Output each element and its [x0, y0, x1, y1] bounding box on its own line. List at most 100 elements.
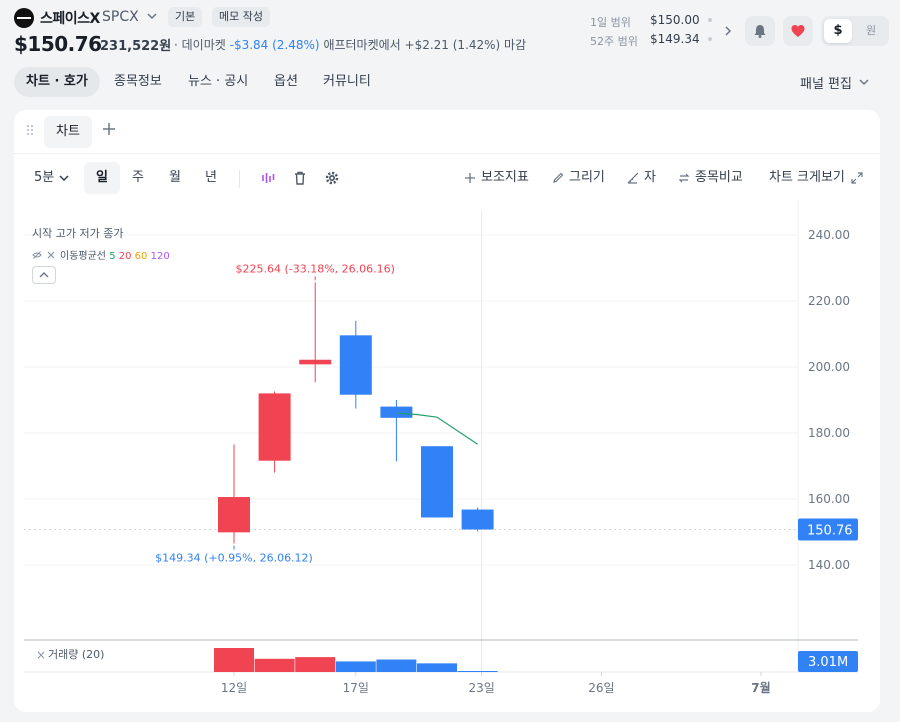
heart-icon	[791, 25, 805, 37]
ruler-icon	[627, 172, 639, 184]
stock-header: 스페이스X SPCX 기본 메모 작성 $150.76 231,522원 · 데…	[0, 0, 900, 60]
memo-write-button[interactable]: 메모 작성	[212, 7, 270, 27]
candle-body[interactable]	[380, 406, 413, 418]
toolbar-divider	[239, 170, 240, 188]
volume-label: 거래량 (20)	[48, 648, 104, 661]
current-price-label: 150.76	[807, 523, 853, 538]
ma-period-120: 120	[150, 251, 170, 262]
candle-body[interactable]	[421, 446, 453, 518]
tab-chart-orderbook[interactable]: 차트 · 호가	[14, 67, 100, 97]
daymarket-change: -$3.84 (2.48%)	[229, 38, 320, 52]
tab-options[interactable]: 옵션	[262, 67, 310, 97]
y-tick-label: 240.00	[808, 228, 850, 242]
chevron-down-icon[interactable]	[146, 10, 158, 22]
stock-ticker[interactable]: SPCX	[102, 9, 139, 25]
candle-body[interactable]	[299, 359, 332, 365]
ma-period-5: 5	[109, 251, 116, 262]
range-52w-value: $149.34	[650, 32, 700, 46]
volume-bar[interactable]	[457, 671, 498, 672]
pencil-icon	[553, 172, 564, 183]
y-tick-label: 200.00	[808, 360, 850, 374]
tab-chart[interactable]: 차트	[44, 116, 92, 148]
bell-icon	[754, 25, 766, 38]
chart-toolbar: 5분 일 주 월 년 보조지표 그리기 자 종목비교 차트 크게보기	[14, 162, 880, 198]
ma5-line	[396, 412, 478, 445]
alarm-button[interactable]	[745, 16, 775, 46]
chevron-down-icon[interactable]	[58, 172, 70, 184]
candle-body[interactable]	[339, 335, 372, 395]
y-tick-label: 220.00	[808, 294, 850, 308]
eye-off-icon[interactable]	[32, 250, 42, 260]
tab-news[interactable]: 뉴스 · 공시	[176, 67, 260, 97]
favorite-button[interactable]	[783, 16, 813, 46]
volume-bar[interactable]	[254, 658, 295, 672]
trash-icon[interactable]	[292, 170, 308, 186]
plus-icon[interactable]	[102, 122, 116, 136]
volume-bar[interactable]	[376, 659, 417, 672]
draw-button[interactable]: 그리기	[569, 162, 605, 194]
volume-tag-label: 3.01M	[808, 655, 848, 670]
indicator-button[interactable]: 보조지표	[481, 162, 529, 194]
volume-bar[interactable]	[295, 657, 336, 672]
chevron-right-icon[interactable]	[722, 24, 734, 38]
close-icon: ×	[36, 648, 46, 662]
moving-average-legend: 이동평균선 5 20 60 120	[32, 247, 170, 262]
period-week[interactable]: 주	[132, 162, 144, 194]
ma-label: 이동평균선	[60, 251, 106, 262]
candle-body[interactable]	[258, 393, 291, 461]
candlestick-chart[interactable]: 240.00 220.00 200.00 180.00 160.00 140.00 $225…	[14, 200, 880, 712]
aftermarket-text: 애프터마켓에서 +$2.21 (1.42%) 마감	[323, 38, 527, 52]
x-tick-label: 12일	[221, 681, 247, 695]
high-annotation: $225.64 (-33.18%, 26.06.16)	[235, 262, 394, 275]
ma-period-20: 20	[118, 251, 132, 262]
compare-button[interactable]: 종목비교	[695, 162, 743, 194]
spacex-logo	[14, 8, 34, 28]
period-day[interactable]: 일	[84, 162, 120, 194]
market-info: · 데이마켓 -$3.84 (2.48%) 애프터마켓에서 +$2.21 (1.…	[174, 36, 526, 53]
tab-community[interactable]: 커뮤니티	[311, 67, 383, 97]
candle-body[interactable]	[218, 497, 250, 533]
gear-icon[interactable]	[324, 170, 340, 186]
chart-panel: 차트 5분 일 주 월 년 보조지표 그리기 자 종목비교 차트 크게보기 24…	[14, 110, 880, 712]
x-tick-label: 26일	[588, 681, 614, 695]
y-tick-label: 160.00	[808, 492, 850, 506]
expand-icon[interactable]	[851, 172, 863, 184]
range-dot	[708, 37, 712, 41]
legend-collapse-button[interactable]	[32, 266, 56, 284]
range-dot	[708, 18, 712, 22]
trade-amount: 231,522원	[100, 39, 172, 54]
ma-period-60: 60	[134, 251, 148, 262]
chart-tab-bar: 차트	[14, 110, 880, 154]
candle-type-icon[interactable]	[260, 170, 276, 186]
tab-stock-info[interactable]: 종목정보	[102, 67, 174, 97]
panel-edit-button[interactable]: 패널 편집	[800, 73, 852, 92]
x-tick-label: 23일	[468, 681, 494, 695]
y-tick-label: 140.00	[808, 558, 850, 572]
volume-bar[interactable]	[214, 648, 254, 672]
period-year[interactable]: 년	[205, 162, 217, 194]
chevron-up-icon	[39, 272, 49, 278]
x-tick-label: 7월	[751, 680, 770, 695]
basic-chip[interactable]: 기본	[168, 7, 203, 27]
currency-usd[interactable]: $	[824, 19, 852, 43]
drag-handle-icon[interactable]	[26, 124, 34, 136]
interval-select[interactable]: 5분	[34, 162, 54, 194]
currency-toggle[interactable]: $ 원	[821, 16, 889, 46]
ruler-button[interactable]: 자	[644, 162, 656, 194]
chevron-down-icon[interactable]	[858, 76, 870, 88]
candle-body[interactable]	[461, 509, 494, 530]
volume-bar[interactable]	[335, 661, 376, 672]
period-month[interactable]: 월	[169, 162, 181, 194]
low-annotation: $149.34 (+0.95%, 26.06.12)	[155, 552, 313, 565]
close-icon[interactable]	[46, 250, 56, 260]
compare-icon	[678, 173, 690, 183]
y-tick-label: 180.00	[808, 426, 850, 440]
price-range-box[interactable]: 1일 범위 $150.00 52주 범위 $149.34	[590, 12, 720, 50]
x-tick-label: 17일	[343, 681, 369, 695]
currency-krw[interactable]: 원	[857, 19, 885, 43]
expand-chart-button[interactable]: 차트 크게보기	[769, 162, 845, 194]
ohlc-legend: 시작 고가 저가 종가	[32, 227, 124, 240]
volume-bar[interactable]	[417, 663, 457, 672]
stock-name[interactable]: 스페이스X	[40, 8, 100, 28]
current-price: $150.76	[14, 32, 102, 56]
